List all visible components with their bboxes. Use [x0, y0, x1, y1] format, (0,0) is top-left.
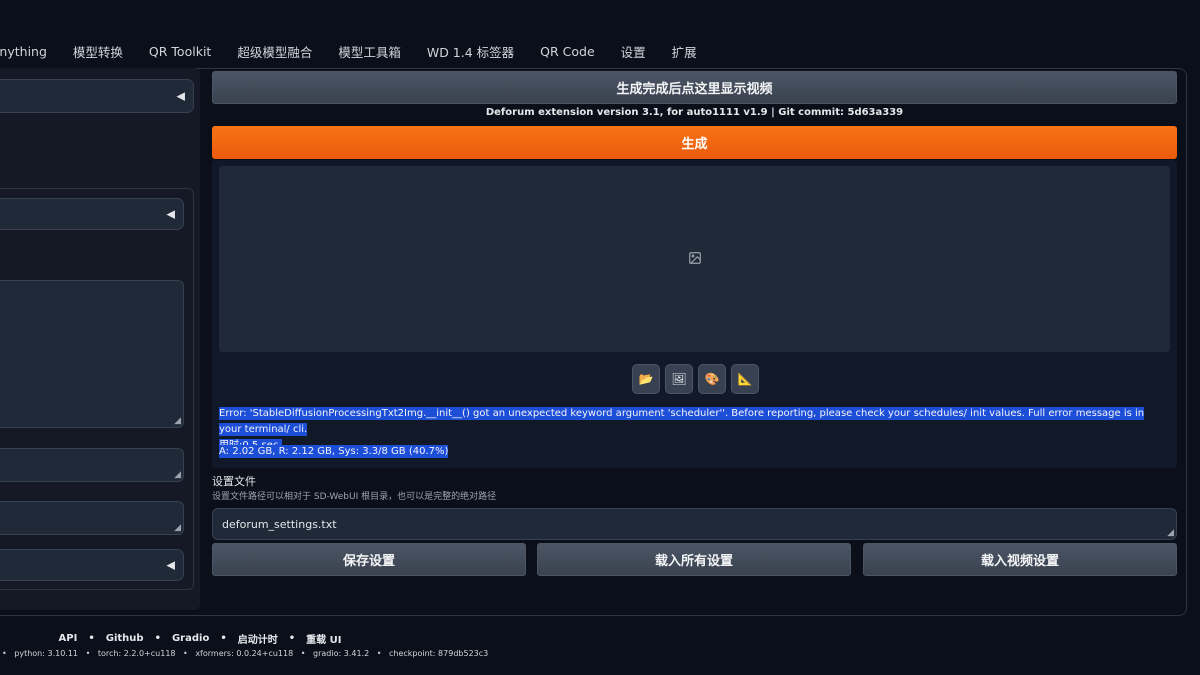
accordion-collapse-icon: ◀: [176, 89, 185, 103]
folder-icon[interactable]: 📂: [632, 364, 660, 394]
load-all-settings-button[interactable]: 载入所有设置: [537, 543, 851, 576]
accordion-middle[interactable]: ◀: [0, 198, 184, 230]
footer-links: API • Github • Gradio • 启动计时 • 重载 UI: [0, 631, 400, 646]
footer-link-api[interactable]: API: [59, 633, 78, 644]
version-gradio: gradio: 3.41.2: [313, 649, 370, 658]
triangle-ruler-icon[interactable]: 📐: [731, 364, 759, 394]
accordion-collapse-icon: ◀: [166, 558, 175, 572]
save-settings-button[interactable]: 保存设置: [212, 543, 526, 576]
accordion-collapse-icon: ◀: [166, 207, 175, 221]
settings-file-value: deforum_settings.txt: [222, 517, 337, 531]
settings-file-label: 设置文件: [212, 475, 256, 488]
resize-grip-icon[interactable]: ◢: [174, 470, 181, 480]
footer-separator: •: [288, 633, 296, 644]
palette-icon[interactable]: 🎨: [698, 364, 726, 394]
version-checkpoint: checkpoint: 879db523c3: [388, 649, 489, 658]
settings-file-input[interactable]: deforum_settings.txt ◢: [212, 508, 1177, 540]
output-gallery[interactable]: [219, 166, 1170, 352]
footer-separator: •: [85, 649, 91, 658]
memory-text: A: 2.02 GB, R: 2.12 GB, Sys: 3.3/8 GB (4…: [219, 445, 449, 458]
show-video-button[interactable]: 生成完成后点这里显示视频: [212, 71, 1177, 104]
load-video-settings-button[interactable]: 载入视频设置: [863, 543, 1177, 576]
settings-file-hint: 设置文件路径可以相对于 SD-WebUI 根目录，也可以是完整的绝对路径: [212, 492, 497, 502]
image-icon[interactable]: 🖼: [665, 364, 693, 394]
resize-grip-icon[interactable]: ◢: [1167, 528, 1174, 538]
output-toolbar: 📂 🖼 🎨 📐: [632, 364, 759, 394]
image-placeholder-icon: [688, 250, 702, 269]
tab-qr-code[interactable]: QR Code: [527, 44, 608, 59]
tab-qr-toolkit[interactable]: QR Toolkit: [136, 44, 224, 59]
footer-link-github[interactable]: Github: [106, 633, 144, 644]
top-tab-bar: t Anything 模型转换 QR Toolkit 超级模型融合 模型工具箱 …: [0, 38, 1200, 64]
version-torch: torch: 2.2.0+cu118: [97, 649, 176, 658]
version-python: python: 3.10.11: [14, 649, 79, 658]
output-panel: 📂 🖼 🎨 📐 Error: 'StableDiffusionProcessin…: [212, 160, 1177, 468]
memory-info: A: 2.02 GB, R: 2.12 GB, Sys: 3.3/8 GB (4…: [219, 445, 449, 458]
footer-separator: •: [88, 633, 95, 644]
tab-model-toolkit[interactable]: 模型工具箱: [325, 42, 414, 61]
generate-button[interactable]: 生成: [212, 126, 1177, 159]
footer-separator: •: [220, 633, 227, 644]
resize-grip-icon[interactable]: ◢: [174, 416, 181, 426]
footer-separator: •: [154, 633, 161, 644]
tab-segment-anything[interactable]: t Anything: [0, 44, 60, 59]
left-input-1[interactable]: ◢: [0, 448, 184, 482]
footer-link-startup-profile[interactable]: 启动计时: [238, 631, 278, 646]
tab-extensions[interactable]: 扩展: [659, 42, 710, 61]
footer-separator: •: [2, 649, 7, 658]
version-info: Deforum extension version 3.1, for auto1…: [485, 107, 904, 118]
version-xformers: xformers: 0.0.24+cu118: [195, 649, 294, 658]
footer-separator: •: [376, 649, 382, 658]
footer-link-gradio[interactable]: Gradio: [172, 633, 209, 644]
tab-wd14-tagger[interactable]: WD 1.4 标签器: [414, 42, 527, 61]
footer-versions: • python: 3.10.11 • torch: 2.2.0+cu118 •…: [0, 649, 488, 658]
accordion-bottom[interactable]: ◀: [0, 549, 184, 581]
tab-settings[interactable]: 设置: [608, 42, 659, 61]
tab-super-merger[interactable]: 超级模型融合: [224, 42, 325, 61]
tab-model-convert[interactable]: 模型转换: [60, 42, 136, 61]
error-text: Error: 'StableDiffusionProcessingTxt2Img…: [219, 407, 1145, 436]
left-textarea[interactable]: ◢: [0, 280, 184, 428]
resize-grip-icon[interactable]: ◢: [174, 523, 181, 533]
left-input-2[interactable]: ◢: [0, 501, 184, 535]
accordion-top[interactable]: ◀: [0, 79, 194, 113]
footer-link-reload-ui[interactable]: 重载 UI: [306, 631, 341, 646]
footer-separator: •: [183, 649, 188, 658]
footer-separator: •: [300, 649, 306, 658]
